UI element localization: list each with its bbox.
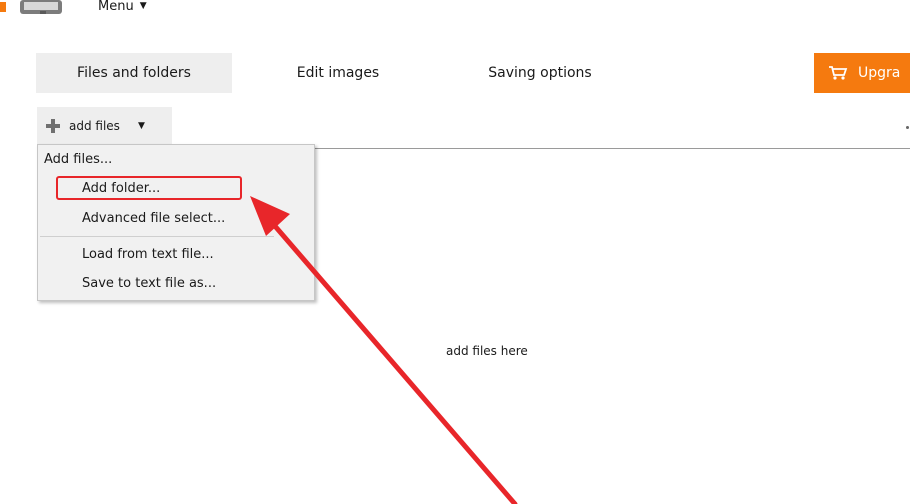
menu-item-add-folder[interactable]: Add folder... [82, 177, 160, 199]
app-logo-icon [0, 0, 62, 14]
menu-item-label: Add files... [44, 151, 113, 167]
menu-item-label: Load from text file... [82, 246, 214, 262]
tab-label: Files and folders [77, 65, 191, 81]
tab-edit-images[interactable]: Edit images [240, 53, 436, 93]
menu-item-label: Add folder... [82, 180, 161, 196]
menu-label: Menu [98, 0, 134, 14]
add-files-label: add files [69, 119, 120, 133]
menu-item-advanced-file-select[interactable]: Advanced file select... [82, 207, 225, 229]
chevron-down-icon: ▼ [139, 0, 147, 11]
menu-item-label: Advanced file select... [82, 210, 226, 226]
menu-button[interactable]: Menu ▼ [98, 0, 147, 16]
upgrade-button[interactable]: Upgra [814, 53, 910, 93]
tab-label: Edit images [296, 65, 380, 81]
menu-item-label: Save to text file as... [82, 275, 217, 291]
add-files-button[interactable]: add files ▼ [37, 107, 172, 145]
upgrade-label: Upgra [858, 65, 901, 81]
content-divider [300, 148, 910, 149]
scroll-indicator [906, 126, 909, 129]
tab-files-and-folders[interactable]: Files and folders [36, 53, 232, 93]
cart-icon [829, 66, 848, 80]
tab-saving-options[interactable]: Saving options [442, 53, 638, 93]
app-window: Menu ▼ Files and folders Edit images Sav… [0, 0, 910, 504]
tab-label: Saving options [488, 65, 592, 81]
plus-icon [46, 119, 60, 133]
drop-zone-hint: add files here [446, 344, 528, 358]
menu-item-add-files[interactable]: Add files... [44, 148, 112, 170]
chevron-down-icon: ▼ [137, 120, 145, 131]
menu-item-save-to-text-file[interactable]: Save to text file as... [82, 272, 216, 294]
menu-divider [40, 236, 274, 237]
menu-item-load-from-text-file[interactable]: Load from text file... [82, 243, 214, 265]
